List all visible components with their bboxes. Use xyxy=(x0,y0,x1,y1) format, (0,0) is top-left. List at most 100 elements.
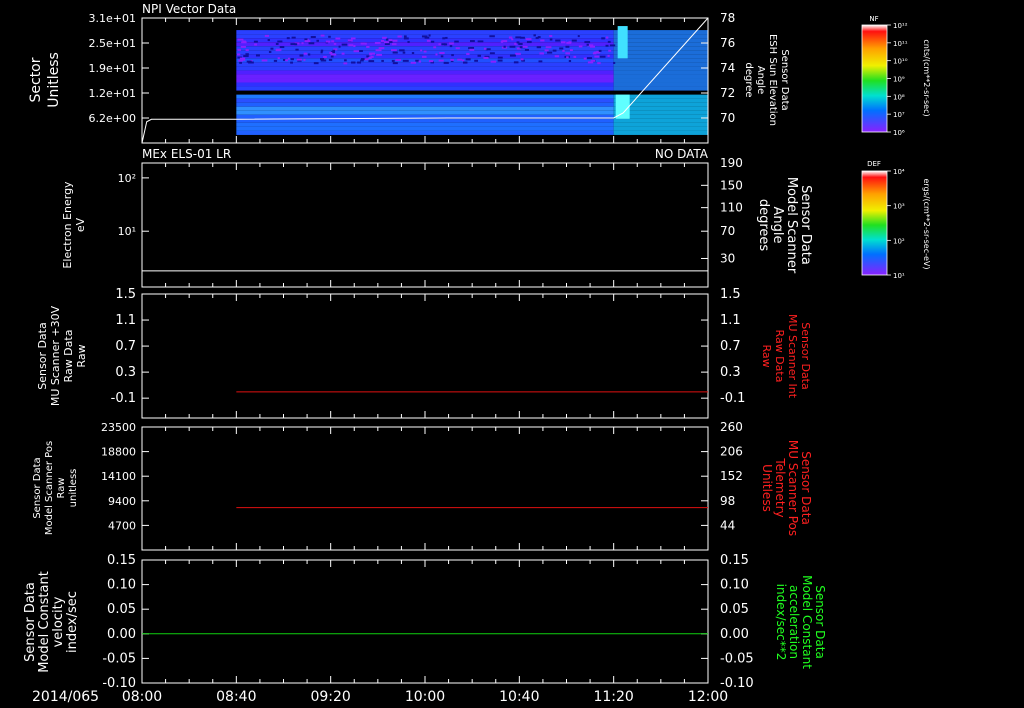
heatmap-speckle xyxy=(470,46,475,49)
heatmap-speckle xyxy=(331,40,335,43)
heatmap-speckle xyxy=(463,61,468,64)
axis-label-line: Model Scanner Pos xyxy=(44,441,55,535)
heatmap-speckle xyxy=(430,40,435,43)
heatmap-speckle xyxy=(385,38,389,41)
heatmap-speckle xyxy=(457,58,463,61)
y-axis-label-left: Sensor Data MU Scanner +30V Raw Data Raw xyxy=(36,305,88,406)
heatmap-speckle xyxy=(308,42,315,45)
heatmap-speckle xyxy=(433,46,437,49)
y-axis-label-left: Sensor Data Model Constant velocity inde… xyxy=(23,571,80,673)
x-axis: 2014/065 08:00 08:40 09:20 10:00 10:40 11:20 1… xyxy=(32,689,728,705)
heatmap-speckle xyxy=(364,58,369,61)
heatmap-speckle xyxy=(267,39,270,42)
heatmap-speckle xyxy=(254,43,257,46)
axis-label-line: index/sec**2 xyxy=(774,584,788,661)
heatmap-speckle xyxy=(313,62,319,65)
heatmap-speckle xyxy=(568,41,572,44)
heatmap-speckle xyxy=(516,41,520,44)
heatmap-speckle xyxy=(275,49,281,52)
heatmap-speckle xyxy=(569,49,573,52)
heatmap-row xyxy=(613,34,708,39)
axis-label-line: Sector xyxy=(28,57,44,102)
heatmap-speckle xyxy=(358,49,363,52)
heatmap-row xyxy=(236,86,614,91)
axis-label-line: Raw xyxy=(56,477,67,498)
heatmap-speckle xyxy=(320,34,325,37)
heatmap-speckle xyxy=(562,49,565,52)
y-tick-label: 9400 xyxy=(108,495,136,508)
heatmap-row xyxy=(236,82,614,87)
date-label: 2014/065 xyxy=(32,689,99,705)
heatmap-speckle xyxy=(511,38,514,41)
heatmap-edge xyxy=(615,94,630,119)
heatmap-speckle xyxy=(449,45,453,48)
heatmap-speckle xyxy=(428,60,434,63)
heatmap-speckle xyxy=(592,52,597,55)
heatmap-speckle xyxy=(330,53,337,56)
heatmap-speckle xyxy=(378,47,385,50)
heatmap-row xyxy=(236,98,614,103)
heatmap-speckle xyxy=(353,50,360,53)
heatmap-speckle xyxy=(503,45,506,48)
heatmap-speckle xyxy=(586,43,589,46)
heatmap-speckle xyxy=(445,36,448,39)
heatmap-speckle xyxy=(474,59,479,62)
axis-label-line: MU Scanner Int xyxy=(786,314,799,399)
x-tick-label: 10:40 xyxy=(499,689,539,705)
heatmap-speckle xyxy=(304,40,311,43)
y-tick-label-right: 110 xyxy=(720,201,743,215)
heatmap-speckle xyxy=(368,60,375,63)
heatmap-speckle xyxy=(489,52,495,55)
heatmap-speckle xyxy=(545,46,552,49)
heatmap-row xyxy=(613,130,708,135)
heatmap-speckle xyxy=(290,58,294,61)
heatmap-speckle xyxy=(513,61,519,64)
axis-label-line: ESH Sun Elevation xyxy=(767,34,778,126)
y-axis-label-right: Sensor Data ESH Sun Elevation Angle degr… xyxy=(743,34,790,126)
y-tick-label: 10¹ xyxy=(118,225,136,238)
heatmap-row xyxy=(613,58,708,63)
axis-label-line: Raw Data xyxy=(62,330,75,383)
y-tick-label: 23500 xyxy=(101,421,136,434)
y-tick-label: 0.10 xyxy=(107,578,136,593)
heatmap-speckle xyxy=(402,59,409,62)
heatmap-speckle xyxy=(303,52,308,55)
axis-label-line: MU Scanner +30V xyxy=(49,305,62,406)
heatmap-speckle xyxy=(395,58,401,61)
y-tick-label: 1.9e+01 xyxy=(89,62,136,75)
heatmap-row xyxy=(236,126,614,131)
heatmap-speckle xyxy=(348,44,354,47)
no-data-label: NO DATA xyxy=(655,147,709,161)
heatmap-row xyxy=(236,70,614,75)
heatmap-speckle xyxy=(392,51,398,54)
heatmap-speckle xyxy=(449,42,454,45)
axis-label-line: Model Scanner xyxy=(784,177,799,274)
heatmap-speckle xyxy=(555,39,561,42)
heatmap-speckle xyxy=(539,52,544,55)
heatmap-speckle xyxy=(477,54,481,57)
figure: NPI Vector Data 3.1e+01 2.5e+01 1.9e+01 1.2… xyxy=(23,2,931,705)
heatmap-speckle xyxy=(392,62,398,65)
heatmap-speckle xyxy=(438,59,444,62)
heatmap-speckle xyxy=(538,60,543,63)
heatmap-speckle xyxy=(270,47,274,50)
heatmap-speckle xyxy=(468,47,471,50)
heatmap-speckle xyxy=(341,43,348,46)
heatmap-speckle xyxy=(428,34,431,37)
heatmap-row xyxy=(613,66,708,71)
heatmap-speckle xyxy=(422,55,427,58)
y-tick-label-right: 0.00 xyxy=(720,627,749,642)
y-tick-label-right: 30 xyxy=(720,251,735,265)
y-axis-label-left: Sector Unitless xyxy=(28,52,62,108)
heatmap-speckle xyxy=(239,61,242,64)
heatmap-speckle xyxy=(347,39,353,42)
heatmap-speckle xyxy=(465,58,471,61)
panel-title: MEx ELS-01 LR xyxy=(142,147,231,161)
heatmap-speckle xyxy=(397,35,402,38)
heatmap-row xyxy=(613,50,708,55)
heatmap-speckle xyxy=(403,37,409,40)
heatmap-speckle xyxy=(237,53,241,56)
heatmap-speckle xyxy=(286,37,290,40)
heatmap-speckle xyxy=(599,55,606,58)
y-tick-label: -0.1 xyxy=(111,391,136,406)
